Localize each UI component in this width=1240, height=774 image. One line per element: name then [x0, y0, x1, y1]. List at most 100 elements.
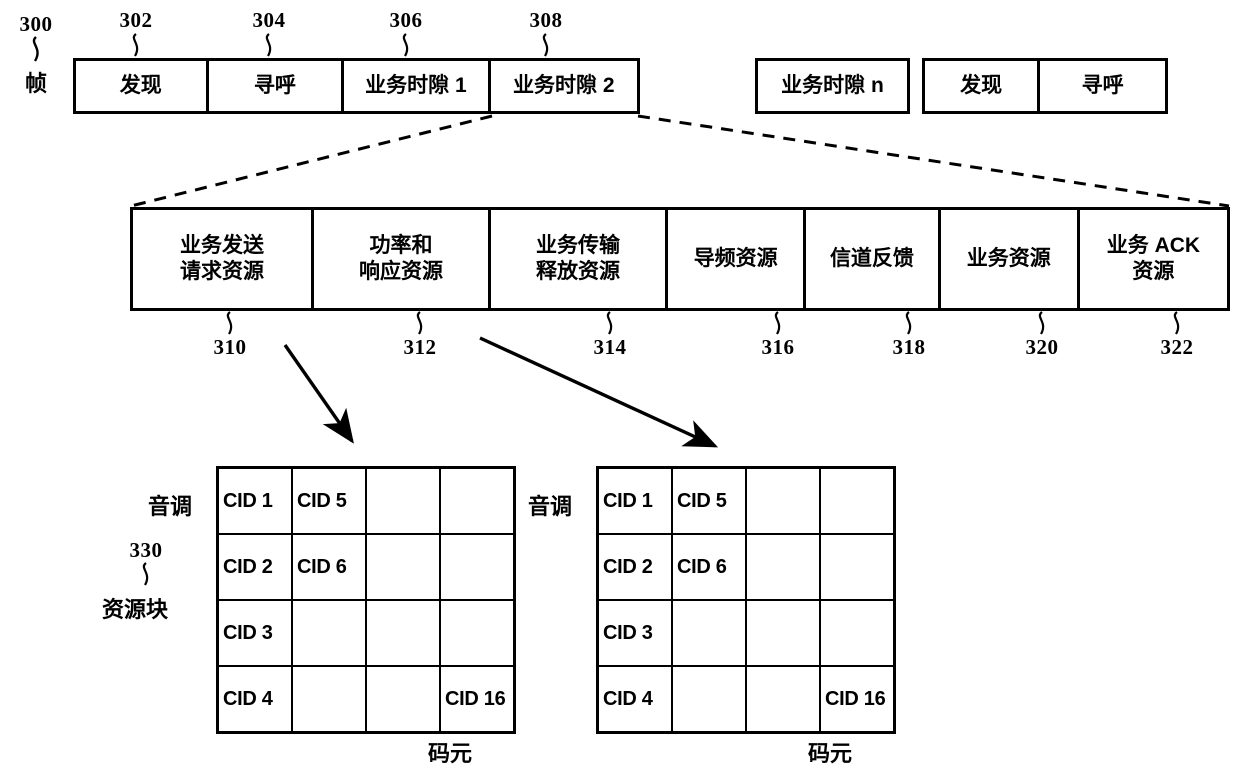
slot-detail-cell-channel-feedback[interactable]: 信道反馈 — [806, 210, 941, 308]
frame-cell-discovery-2[interactable]: 发现 — [925, 61, 1041, 111]
frame-cell-discovery-1[interactable]: 发现 — [76, 61, 209, 111]
slot-detail-row: 业务发送 请求资源 功率和 响应资源 业务传输 释放资源 导频资源 信道反馈 业… — [130, 207, 1230, 311]
frame-cell-traffic-slot-1[interactable]: 业务时隙 1 — [344, 61, 491, 111]
rb2-cell-2-0[interactable]: CID 3 — [596, 599, 673, 667]
ref-302-tick-icon — [132, 33, 139, 57]
resource-block-symbol-label-left: 码元 — [428, 741, 473, 766]
resource-block-symbol-label-right: 码元 — [808, 741, 853, 766]
rb2-cell-2-3[interactable] — [819, 599, 896, 667]
rb2-cell-2-1[interactable] — [671, 599, 747, 667]
rb1-cell-1-3[interactable] — [439, 533, 516, 601]
rb2-cell-1-3[interactable] — [819, 533, 896, 601]
rb1-cell-1-1[interactable]: CID 6 — [291, 533, 367, 601]
rb2-cell-3-2[interactable] — [745, 665, 821, 734]
ref-314: 314 — [593, 335, 627, 359]
expansion-line-right — [637, 114, 1230, 208]
rb1-cell-3-2[interactable] — [365, 665, 441, 734]
slot-detail-cell-power-response[interactable]: 功率和 响应资源 — [314, 210, 492, 308]
slot-detail-cell-traffic-request[interactable]: 业务发送 请求资源 — [133, 210, 314, 308]
frame-cell-paging-2[interactable]: 寻呼 — [1040, 61, 1165, 111]
table-row: CID 1 CID 5 — [216, 466, 516, 535]
slot-detail-ref-group: 310 312 314 316 318 320 322 — [0, 311, 1240, 365]
ref-304: 304 — [252, 8, 286, 32]
ref-318-tick-icon — [905, 311, 912, 335]
slot-detail-cell-traffic-ack-line2: 资源 — [1132, 260, 1175, 283]
rb1-cell-3-0[interactable]: CID 4 — [216, 665, 293, 734]
ref-304-tick-icon — [265, 33, 272, 57]
ref-310: 310 — [213, 335, 247, 359]
table-row: CID 4 CID 16 — [596, 665, 896, 734]
rb2-cell-3-3[interactable]: CID 16 — [819, 665, 896, 734]
rb1-cell-2-1[interactable] — [291, 599, 367, 667]
rb2-cell-3-0[interactable]: CID 4 — [596, 665, 673, 734]
frame-row-right: 发现 寻呼 — [922, 58, 1168, 114]
rb1-cell-3-1[interactable] — [291, 665, 367, 734]
slot-detail-cell-channel-feedback-line1: 信道反馈 — [829, 246, 914, 270]
slot-detail-cell-pilot-resource[interactable]: 导频资源 — [668, 210, 807, 308]
rb2-cell-3-1[interactable] — [671, 665, 747, 734]
slot-detail-cell-power-response-line1: 功率和 — [369, 233, 433, 257]
rb1-cell-0-3[interactable] — [439, 466, 516, 535]
ref-320: 320 — [1025, 335, 1059, 359]
ref-312: 312 — [403, 335, 437, 359]
slot-detail-cell-traffic-release[interactable]: 业务传输 释放资源 — [491, 210, 669, 308]
slot-detail-cell-traffic-request-line2: 请求资源 — [180, 260, 264, 283]
ref-314-tick-icon — [606, 311, 613, 335]
table-row: CID 2 CID 6 — [216, 533, 516, 601]
frame-row-ref-group: 302 304 306 308 — [0, 0, 1240, 58]
table-row: CID 3 — [596, 599, 896, 667]
rb1-cell-1-2[interactable] — [365, 533, 441, 601]
resource-block-tone-label-left: 音调 — [148, 494, 193, 519]
slot-detail-cell-traffic-release-line2: 释放资源 — [536, 260, 621, 283]
rb2-cell-0-0[interactable]: CID 1 — [596, 466, 673, 535]
rb2-cell-1-1[interactable]: CID 6 — [671, 533, 747, 601]
rb2-cell-0-2[interactable] — [745, 466, 821, 535]
rb1-cell-2-2[interactable] — [365, 599, 441, 667]
slot-detail-cell-traffic-request-line1: 业务发送 — [180, 233, 264, 257]
rb2-cell-0-1[interactable]: CID 5 — [671, 466, 747, 535]
table-row: CID 4 CID 16 — [216, 665, 516, 734]
resource-block-tone-label-right: 音调 — [528, 494, 573, 519]
slot-detail-cell-pilot-resource-line1: 导频资源 — [693, 246, 778, 270]
resource-block-label: 资源块 — [102, 597, 169, 622]
rb2-cell-0-3[interactable] — [819, 466, 896, 535]
rb2-cell-2-2[interactable] — [745, 599, 821, 667]
slot-detail-cell-traffic-resource[interactable]: 业务资源 — [940, 210, 1080, 308]
frame-row-left: 发现 寻呼 业务时隙 1 业务时隙 2 — [73, 58, 640, 114]
table-row: CID 3 — [216, 599, 516, 667]
ref-306: 306 — [389, 8, 423, 32]
rb2-cell-1-2[interactable] — [745, 533, 821, 601]
frame-cell-paging-1[interactable]: 寻呼 — [208, 61, 345, 111]
ref-306-tick-icon — [402, 33, 409, 57]
rb1-cell-0-0[interactable]: CID 1 — [216, 466, 293, 535]
rb1-cell-0-1[interactable]: CID 5 — [291, 466, 367, 535]
frame-row-traffic-slot-n: 业务时隙 n — [755, 58, 910, 114]
slot-detail-cell-traffic-ack[interactable]: 业务 ACK 资源 — [1079, 210, 1228, 308]
ref-320-tick-icon — [1038, 311, 1045, 335]
frame-label: 帧 — [24, 71, 47, 96]
ref-312-tick-icon — [416, 311, 423, 335]
slot-detail-cell-traffic-ack-line1: 业务 ACK — [1106, 233, 1201, 257]
ref-302: 302 — [119, 8, 153, 32]
resource-block-grid-1: CID 1 CID 5 CID 2 CID 6 CID 3 CID 4 CID … — [216, 466, 516, 734]
frame-cell-traffic-slot-n[interactable]: 业务时隙 n — [758, 61, 907, 111]
rb1-cell-2-3[interactable] — [439, 599, 516, 667]
rb1-cell-3-3[interactable]: CID 16 — [439, 665, 516, 734]
expansion-line-left — [130, 114, 493, 208]
ref-322-tick-icon — [1173, 311, 1180, 335]
rb1-cell-1-0[interactable]: CID 2 — [216, 533, 293, 601]
slot-detail-cell-traffic-release-line1: 业务传输 — [536, 233, 621, 257]
table-row: CID 2 CID 6 — [596, 533, 896, 601]
ref-316: 316 — [761, 335, 795, 359]
rb1-cell-2-0[interactable]: CID 3 — [216, 599, 293, 667]
ref-310-tick-icon — [226, 311, 233, 335]
slot-detail-cell-power-response-line2: 响应资源 — [359, 260, 444, 283]
ref-316-tick-icon — [774, 311, 781, 335]
rb1-cell-0-2[interactable] — [365, 466, 441, 535]
ref-322: 322 — [1160, 335, 1194, 359]
slot-detail-cell-traffic-resource-line1: 业务资源 — [966, 246, 1051, 270]
ref-308-tick-icon — [542, 33, 549, 57]
rb2-cell-1-0[interactable]: CID 2 — [596, 533, 673, 601]
ref-318: 318 — [892, 335, 926, 359]
frame-cell-traffic-slot-2[interactable]: 业务时隙 2 — [490, 61, 637, 111]
